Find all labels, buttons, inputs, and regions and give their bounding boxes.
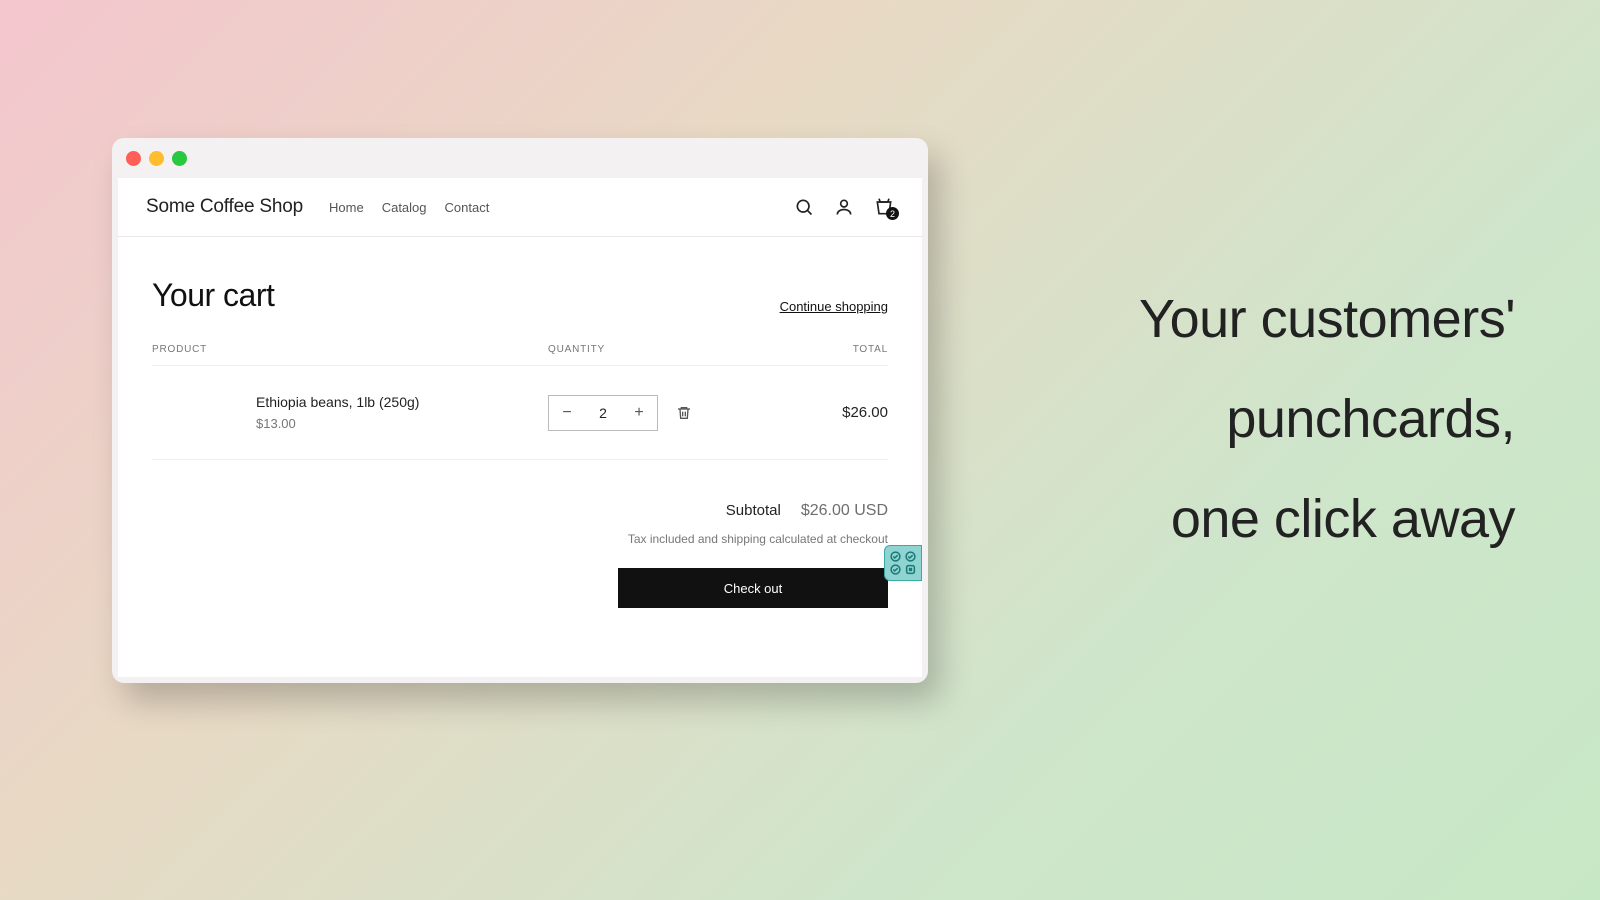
qty-input[interactable] bbox=[585, 396, 621, 430]
cart-line-item: Ethiopia beans, 1lb (250g) $13.00 − + $2… bbox=[152, 366, 888, 460]
cart-summary: Subtotal $26.00 USD Tax included and shi… bbox=[152, 502, 888, 608]
col-product: PRODUCT bbox=[152, 344, 548, 355]
subtotal-value: $26.00 USD bbox=[801, 502, 888, 520]
cart-icon[interactable]: 2 bbox=[874, 197, 894, 217]
browser-window: Some Coffee Shop Home Catalog Contact 2 bbox=[112, 138, 928, 683]
remove-item-icon[interactable] bbox=[676, 405, 692, 421]
marketing-headline: Your customers' punchcards, one click aw… bbox=[1139, 270, 1515, 570]
page-viewport: Some Coffee Shop Home Catalog Contact 2 bbox=[118, 178, 922, 677]
window-minimize-icon[interactable] bbox=[149, 151, 164, 166]
product-price: $13.00 bbox=[256, 416, 548, 431]
checkout-button[interactable]: Check out bbox=[618, 568, 888, 608]
cart-badge: 2 bbox=[886, 207, 899, 220]
product-name[interactable]: Ethiopia beans, 1lb (250g) bbox=[256, 394, 548, 410]
quantity-stepper: − + bbox=[548, 395, 658, 431]
subtotal-label: Subtotal bbox=[726, 502, 781, 519]
headline-line1: Your customers' bbox=[1139, 270, 1515, 370]
page-title: Your cart bbox=[152, 277, 274, 314]
continue-shopping-link[interactable]: Continue shopping bbox=[780, 299, 888, 314]
punchcard-widget-icon[interactable] bbox=[884, 545, 922, 581]
line-total: $26.00 bbox=[768, 404, 888, 421]
nav-contact[interactable]: Contact bbox=[445, 200, 490, 215]
window-maximize-icon[interactable] bbox=[172, 151, 187, 166]
header-icons: 2 bbox=[794, 197, 894, 217]
col-total: TOTAL bbox=[768, 344, 888, 355]
col-quantity: QUANTITY bbox=[548, 344, 768, 355]
search-icon[interactable] bbox=[794, 197, 814, 217]
cart-body: Your cart Continue shopping PRODUCT QUAN… bbox=[118, 237, 922, 677]
window-titlebar bbox=[112, 138, 928, 178]
qty-increment-button[interactable]: + bbox=[621, 396, 657, 430]
shop-brand[interactable]: Some Coffee Shop bbox=[146, 196, 303, 218]
headline-line2: punchcards, bbox=[1139, 370, 1515, 470]
window-close-icon[interactable] bbox=[126, 151, 141, 166]
nav-home[interactable]: Home bbox=[329, 200, 364, 215]
account-icon[interactable] bbox=[834, 197, 854, 217]
primary-nav: Home Catalog Contact bbox=[329, 200, 489, 215]
qty-decrement-button[interactable]: − bbox=[549, 396, 585, 430]
cart-table-header: PRODUCT QUANTITY TOTAL bbox=[152, 344, 888, 366]
tax-note: Tax included and shipping calculated at … bbox=[628, 532, 888, 546]
headline-line3: one click away bbox=[1139, 470, 1515, 570]
shop-header: Some Coffee Shop Home Catalog Contact 2 bbox=[118, 178, 922, 237]
nav-catalog[interactable]: Catalog bbox=[382, 200, 427, 215]
